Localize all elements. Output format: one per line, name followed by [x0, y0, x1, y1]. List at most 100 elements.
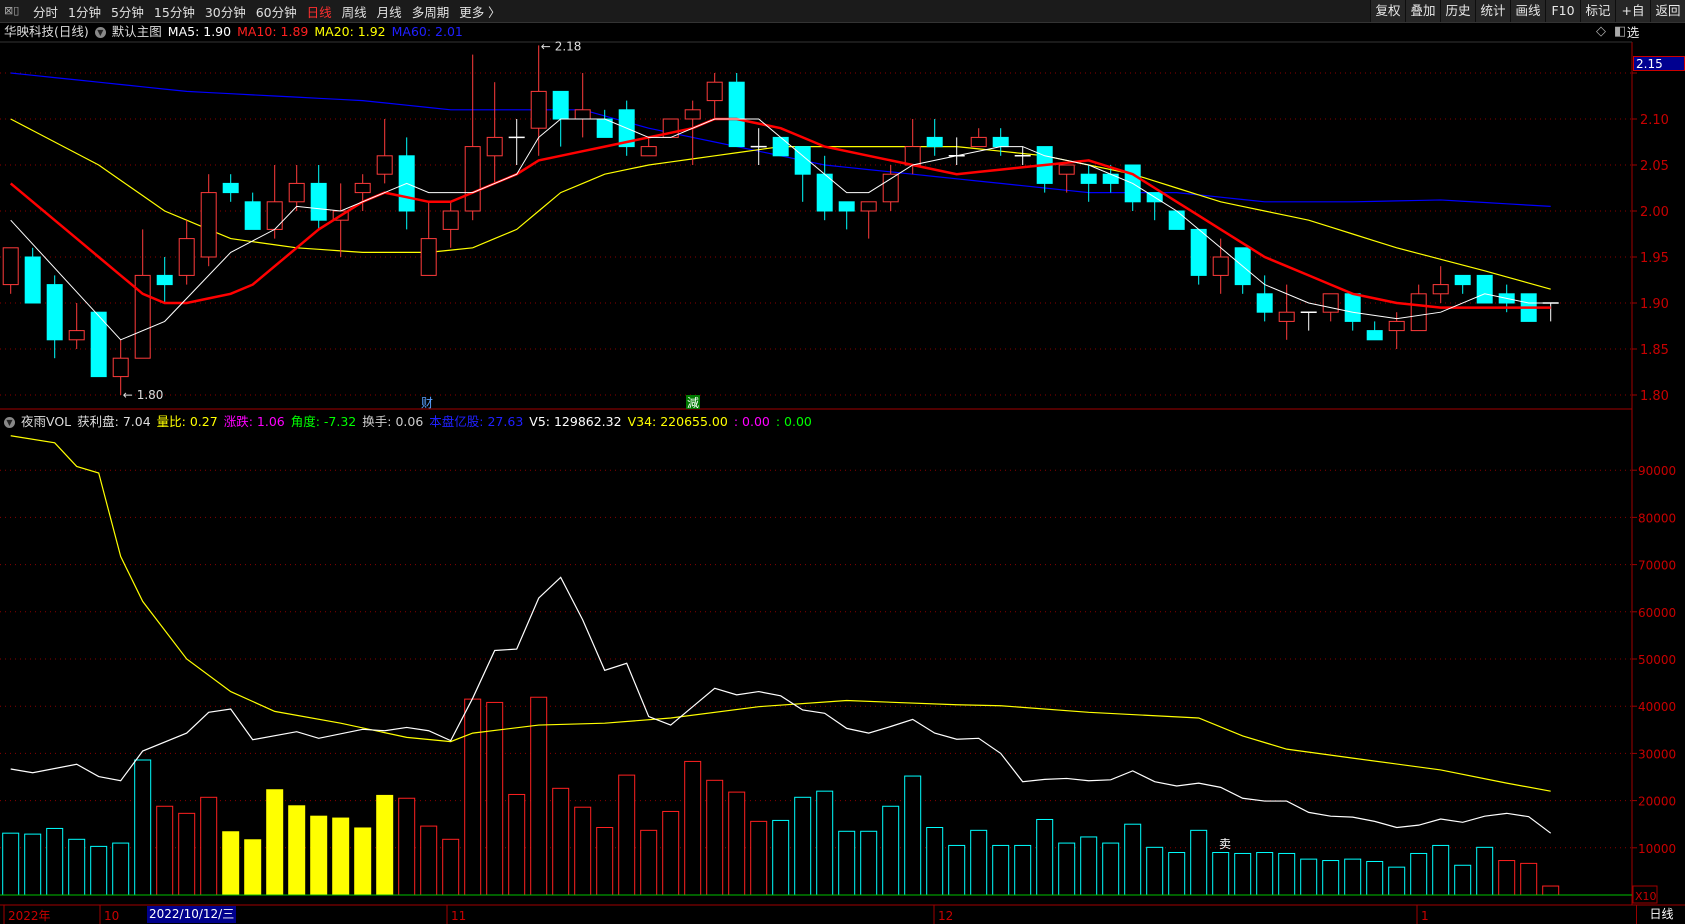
candle-up — [200, 192, 217, 258]
candle-down — [1190, 228, 1207, 276]
date-label: 12 — [938, 909, 953, 923]
volume-bar — [728, 791, 746, 896]
candle-up — [970, 136, 987, 148]
volume-tick-label: 50000 — [1638, 653, 1676, 667]
volume-bar — [926, 827, 944, 896]
diamond-icon[interactable]: ◇ — [1596, 24, 1606, 39]
volume-bar — [156, 805, 174, 896]
volume-bar — [1498, 860, 1516, 896]
candle-down — [992, 136, 1009, 148]
date-label: 10 — [104, 909, 119, 923]
volume-bar — [1014, 844, 1032, 896]
volume-bar — [552, 787, 570, 896]
candle-up — [1278, 311, 1295, 322]
volume-bar — [750, 820, 768, 896]
candle-up — [420, 238, 437, 276]
candle-up — [1322, 293, 1339, 313]
candle-down — [1168, 210, 1185, 230]
period-indicator[interactable]: 日线 — [1636, 905, 1685, 924]
candle-up — [442, 210, 459, 230]
volume-bar — [1146, 846, 1164, 896]
v34-value: V34: 220655.00 — [627, 414, 728, 429]
candle-up — [2, 247, 19, 286]
volume-legend: ▼ 夜雨VOL 获利盘: 7.04 量比: 0.27 涨跌: 1.06 角度: … — [4, 413, 812, 431]
volume-unit-label: X10 — [1635, 890, 1657, 903]
candle-up — [640, 146, 657, 157]
volume-bar — [464, 698, 482, 896]
candle-up — [1410, 293, 1427, 332]
volume-bar — [1080, 836, 1098, 896]
volume-bar — [970, 829, 988, 896]
volume-bar — [2, 832, 20, 896]
ma20-value: MA20: 1.92 — [314, 24, 386, 39]
main-chart-template[interactable]: 默认主图 — [112, 23, 162, 41]
candle-up — [574, 109, 591, 120]
candle-up — [486, 136, 503, 157]
selected-date: 2022/10/12/三 — [147, 906, 237, 923]
price-tick-label: 2.00 — [1640, 205, 1669, 220]
chevron-down-icon[interactable]: ▼ — [4, 416, 15, 428]
volume-bar — [838, 830, 856, 896]
financial-report-marker: 财 — [421, 396, 433, 410]
extra-value-2: : 0.00 — [775, 414, 812, 429]
volume-bar — [1300, 858, 1318, 896]
volume-bar — [618, 774, 636, 896]
low-arrow: ← — [123, 388, 133, 402]
candle-up — [68, 330, 85, 341]
volume-bar — [1322, 860, 1340, 896]
volume-tick-label: 20000 — [1638, 795, 1676, 809]
high-price-label: 2.18 — [555, 39, 582, 53]
candle-down — [1366, 330, 1383, 341]
candle-down — [1256, 293, 1273, 313]
volume-bar — [860, 830, 878, 896]
candle-down — [728, 81, 745, 148]
date-label: 11 — [451, 909, 466, 923]
volume-bar — [706, 779, 724, 896]
volume-bar — [1190, 829, 1208, 896]
candle-up — [376, 155, 393, 175]
candle-down — [156, 274, 173, 286]
panel-toggle-icon[interactable]: ◧ — [1614, 24, 1626, 39]
candle-up — [706, 81, 723, 102]
kline-chart[interactable]: 2.10 2.05 2.00 1.95 1.90 1.85 1.80 90000 80000 70… — [0, 0, 1685, 924]
volume-tick-label: 80000 — [1638, 511, 1676, 525]
sell-marker: 卖 — [1219, 837, 1231, 851]
volume-tick-label: 30000 — [1638, 747, 1676, 761]
volume-bar — [816, 790, 834, 896]
volume-bar — [1432, 844, 1450, 896]
volume-bar — [46, 827, 64, 896]
candle-down — [596, 118, 613, 138]
candle-down — [816, 173, 833, 212]
candle-down — [310, 182, 327, 221]
volume-bar — [134, 759, 152, 896]
volume-tick-label: 60000 — [1638, 606, 1676, 620]
volume-tick-label: 90000 — [1638, 464, 1676, 478]
volume-bar — [90, 845, 108, 896]
volume-bar — [1344, 858, 1362, 896]
volume-bar — [244, 839, 262, 896]
indicator-name[interactable]: 夜雨VOL — [21, 413, 71, 431]
volume-bar — [1388, 866, 1406, 896]
candle-up — [354, 182, 371, 194]
volume-bar — [1278, 852, 1296, 896]
candle-down — [838, 201, 855, 212]
volume-bar — [354, 827, 372, 896]
stock-title: 华映科技(日线) — [4, 24, 89, 39]
candle-up — [1432, 284, 1449, 295]
candle-up — [464, 146, 481, 212]
chevron-down-icon[interactable]: ▼ — [94, 26, 106, 38]
candle-up — [684, 109, 701, 120]
ma10-value: MA10: 1.89 — [237, 24, 309, 39]
candle-up — [904, 146, 921, 166]
volume-bar — [332, 817, 350, 896]
candle-down — [1102, 173, 1119, 184]
price-tick-label: 1.85 — [1640, 343, 1669, 358]
volume-bar — [1542, 885, 1560, 896]
volume-tick-label: 10000 — [1638, 842, 1676, 856]
volume-bar — [178, 812, 196, 896]
ma5-value: MA5: 1.90 — [167, 24, 232, 39]
volume-bar — [442, 838, 460, 896]
volume-bar — [948, 844, 966, 896]
volume-bar — [1454, 864, 1472, 896]
candle-up — [1212, 256, 1229, 276]
